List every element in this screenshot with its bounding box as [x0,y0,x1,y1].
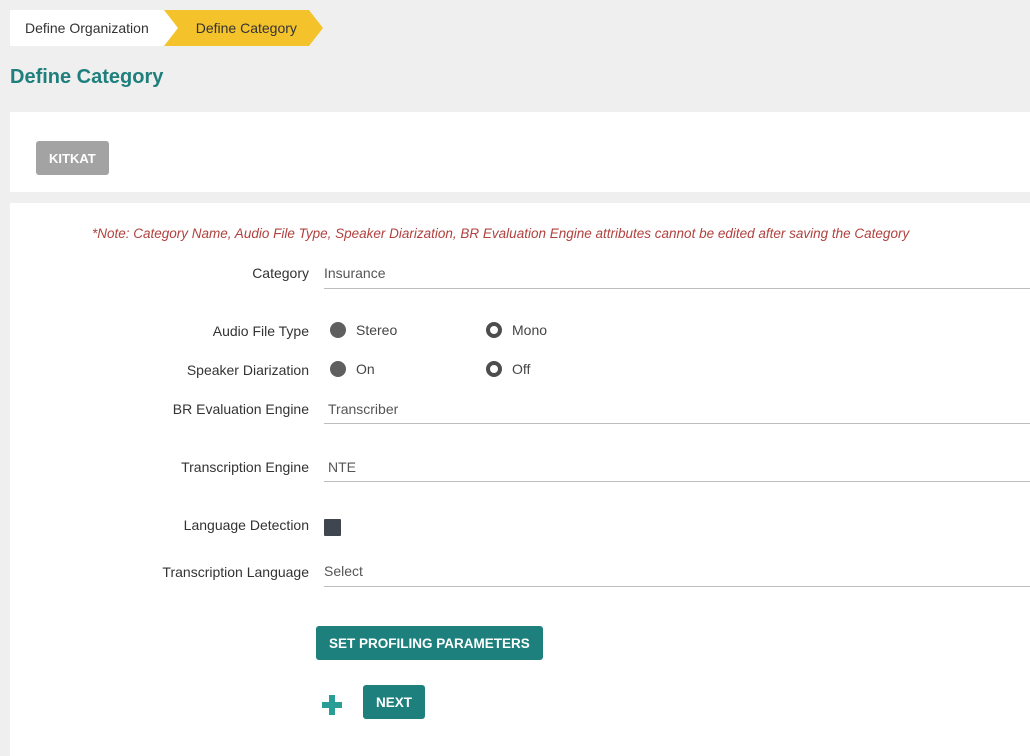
language-detection-checkbox[interactable] [324,519,341,536]
radio-unselected-icon [330,322,346,338]
audio-stereo-radio[interactable]: Stereo [330,322,397,338]
radio-selected-icon [486,322,502,338]
radio-unselected-icon [330,361,346,377]
radio-selected-icon [486,361,502,377]
audio-mono-label: Mono [512,322,548,338]
diarization-off-radio[interactable]: Off [486,361,530,377]
diarization-off-label: Off [512,361,531,377]
diarization-on-label: On [356,361,375,377]
edit-restriction-note: *Note: Category Name, Audio File Type, S… [92,226,910,241]
set-profiling-parameters-button[interactable]: SET PROFILING PARAMETERS [316,626,543,660]
transcription-engine-label: Transcription Engine [181,459,309,475]
category-value: Insurance [324,265,386,281]
transcription-language-select[interactable]: Select [324,558,1030,587]
diarization-on-radio[interactable]: On [330,361,375,377]
speaker-diarization-label: Speaker Diarization [186,362,309,378]
category-input[interactable]: Insurance [324,260,1030,289]
add-plus-icon[interactable] [322,695,342,715]
page-title: Define Category [10,66,164,88]
br-engine-label: BR Evaluation Engine [172,401,309,417]
language-detection-label: Language Detection [183,517,309,533]
category-label: Category [252,265,309,281]
transcription-language-value: Select [324,563,363,579]
audio-mono-radio[interactable]: Mono [486,322,547,338]
organization-button[interactable]: KITKAT [36,141,109,175]
next-button[interactable]: NEXT [363,685,426,719]
transcription-language-label: Transcription Language [162,564,309,580]
audio-stereo-label: Stereo [356,322,398,338]
audio-file-type-label: Audio File Type [212,323,309,339]
breadcrumb-define-category[interactable]: Define Category [163,10,324,46]
breadcrumb-define-organization[interactable]: Define Organization [10,10,178,46]
br-engine-value: Transcriber [328,401,399,417]
br-engine-select[interactable]: Transcriber [324,396,1030,424]
breadcrumb: Define Organization Define Category [10,10,324,46]
category-form: *Note: Category Name, Audio File Type, S… [10,203,1030,756]
transcription-engine-value: NTE [328,459,356,475]
transcription-engine-select[interactable]: NTE [324,454,1030,482]
organization-panel: KITKAT [10,112,1030,192]
